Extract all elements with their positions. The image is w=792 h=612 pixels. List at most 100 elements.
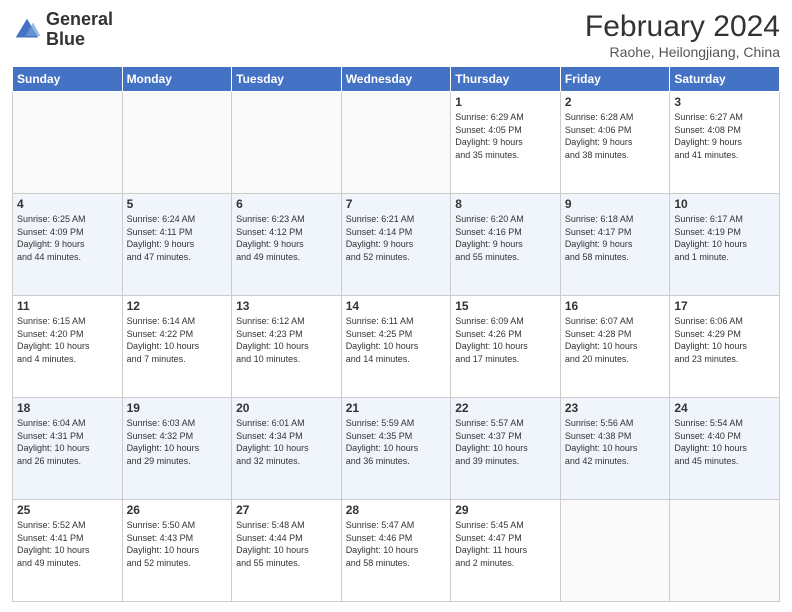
calendar-cell: 12Sunrise: 6:14 AM Sunset: 4:22 PM Dayli…	[122, 296, 232, 398]
day-number: 20	[236, 401, 337, 415]
day-info: Sunrise: 6:01 AM Sunset: 4:34 PM Dayligh…	[236, 417, 337, 467]
calendar-cell: 28 Sunrise: 5:47 AM Sunset: 4:46 PM Dayli…	[341, 500, 451, 602]
day-header-tuesday: Tuesday	[232, 67, 342, 92]
day-info: Sunrise: 6:28 AM Sunset: 4:06 PM Dayligh…	[565, 111, 666, 161]
day-info: Sunrise: 6:12 AM Sunset: 4:23 PM Dayligh…	[236, 315, 337, 365]
calendar-cell	[341, 92, 451, 194]
day-info: Sunrise: 6:14 AM Sunset: 4:22 PM Dayligh…	[127, 315, 228, 365]
day-info: Sunrise: 5:54 AM Sunset: 4:40 PM Dayligh…	[674, 417, 775, 467]
calendar-cell	[122, 92, 232, 194]
month-title: February 2024	[585, 10, 780, 44]
day-info: Sunrise: 6:23 AM Sunset: 4:12 PM Dayligh…	[236, 213, 337, 263]
day-info: Sunrise: 5:56 AM Sunset: 4:38 PM Dayligh…	[565, 417, 666, 467]
week-row-0: 1 Sunrise: 6:29 AM Sunset: 4:05 PM Daylig…	[13, 92, 780, 194]
day-number: 10	[674, 197, 775, 211]
day-number: 4	[17, 197, 118, 211]
day-number: 7	[346, 197, 447, 211]
day-number: 21	[346, 401, 447, 415]
day-number: 14	[346, 299, 447, 313]
day-info: Sunrise: 5:50 AM Sunset: 4:43 PM Dayligh…	[127, 519, 228, 569]
day-info: Sunrise: 5:52 AM Sunset: 4:41 PM Dayligh…	[17, 519, 118, 569]
day-number: 18	[17, 401, 118, 415]
logo-text: General Blue	[46, 10, 113, 50]
day-header-sunday: Sunday	[13, 67, 123, 92]
calendar-cell: 2 Sunrise: 6:28 AM Sunset: 4:06 PM Daylig…	[560, 92, 670, 194]
day-info: Sunrise: 5:57 AM Sunset: 4:37 PM Dayligh…	[455, 417, 556, 467]
calendar-cell: 15 Sunrise: 6:09 AM Sunset: 4:26 PM Dayli…	[451, 296, 561, 398]
day-number: 6	[236, 197, 337, 211]
logo-icon	[12, 15, 42, 45]
calendar-cell: 6 Sunrise: 6:23 AM Sunset: 4:12 PM Daylig…	[232, 194, 342, 296]
day-info: Sunrise: 6:17 AM Sunset: 4:19 PM Dayligh…	[674, 213, 775, 263]
day-info: Sunrise: 6:04 AM Sunset: 4:31 PM Dayligh…	[17, 417, 118, 467]
day-info: Sunrise: 5:59 AM Sunset: 4:35 PM Dayligh…	[346, 417, 447, 467]
calendar-header-row: SundayMondayTuesdayWednesdayThursdayFrid…	[13, 67, 780, 92]
logo-line2: Blue	[46, 30, 113, 50]
calendar-cell: 13 Sunrise: 6:12 AM Sunset: 4:23 PM Dayli…	[232, 296, 342, 398]
day-number: 9	[565, 197, 666, 211]
day-header-wednesday: Wednesday	[341, 67, 451, 92]
location: Raohe, Heilongjiang, China	[585, 44, 780, 60]
week-row-1: 4 Sunrise: 6:25 AM Sunset: 4:09 PM Daylig…	[13, 194, 780, 296]
day-info: Sunrise: 6:20 AM Sunset: 4:16 PM Dayligh…	[455, 213, 556, 263]
week-row-2: 11Sunrise: 6:15 AM Sunset: 4:20 PM Dayli…	[13, 296, 780, 398]
day-info: Sunrise: 6:06 AM Sunset: 4:29 PM Dayligh…	[674, 315, 775, 365]
calendar-cell	[560, 500, 670, 602]
calendar-cell: 9 Sunrise: 6:18 AM Sunset: 4:17 PM Daylig…	[560, 194, 670, 296]
day-info: Sunrise: 5:47 AM Sunset: 4:46 PM Dayligh…	[346, 519, 447, 569]
calendar-cell: 7 Sunrise: 6:21 AM Sunset: 4:14 PM Daylig…	[341, 194, 451, 296]
day-info: Sunrise: 6:21 AM Sunset: 4:14 PM Dayligh…	[346, 213, 447, 263]
day-number: 3	[674, 95, 775, 109]
calendar-cell: 21 Sunrise: 5:59 AM Sunset: 4:35 PM Dayli…	[341, 398, 451, 500]
day-info: Sunrise: 6:18 AM Sunset: 4:17 PM Dayligh…	[565, 213, 666, 263]
title-area: February 2024 Raohe, Heilongjiang, China	[585, 10, 780, 60]
day-number: 11	[17, 299, 118, 313]
day-header-friday: Friday	[560, 67, 670, 92]
calendar-cell: 22 Sunrise: 5:57 AM Sunset: 4:37 PM Dayli…	[451, 398, 561, 500]
calendar-cell: 26 Sunrise: 5:50 AM Sunset: 4:43 PM Dayli…	[122, 500, 232, 602]
day-number: 23	[565, 401, 666, 415]
day-info: Sunrise: 6:11 AM Sunset: 4:25 PM Dayligh…	[346, 315, 447, 365]
week-row-4: 25Sunrise: 5:52 AM Sunset: 4:41 PM Dayli…	[13, 500, 780, 602]
logo: General Blue	[12, 10, 113, 50]
calendar-cell: 16Sunrise: 6:07 AM Sunset: 4:28 PM Dayli…	[560, 296, 670, 398]
calendar-cell: 4 Sunrise: 6:25 AM Sunset: 4:09 PM Daylig…	[13, 194, 123, 296]
day-number: 27	[236, 503, 337, 517]
day-number: 2	[565, 95, 666, 109]
day-number: 17	[674, 299, 775, 313]
logo-line1: General	[46, 10, 113, 30]
calendar-cell: 10 Sunrise: 6:17 AM Sunset: 4:19 PM Dayli…	[670, 194, 780, 296]
calendar-cell	[13, 92, 123, 194]
day-info: Sunrise: 6:27 AM Sunset: 4:08 PM Dayligh…	[674, 111, 775, 161]
day-info: Sunrise: 6:24 AM Sunset: 4:11 PM Dayligh…	[127, 213, 228, 263]
day-number: 15	[455, 299, 556, 313]
day-number: 13	[236, 299, 337, 313]
day-number: 22	[455, 401, 556, 415]
calendar-cell: 18 Sunrise: 6:04 AM Sunset: 4:31 PM Dayli…	[13, 398, 123, 500]
page: General Blue February 2024 Raohe, Heilon…	[0, 0, 792, 612]
day-number: 1	[455, 95, 556, 109]
day-info: Sunrise: 6:09 AM Sunset: 4:26 PM Dayligh…	[455, 315, 556, 365]
calendar-cell	[670, 500, 780, 602]
day-number: 29	[455, 503, 556, 517]
calendar-cell: 11Sunrise: 6:15 AM Sunset: 4:20 PM Dayli…	[13, 296, 123, 398]
day-info: Sunrise: 6:29 AM Sunset: 4:05 PM Dayligh…	[455, 111, 556, 161]
calendar-cell: 5 Sunrise: 6:24 AM Sunset: 4:11 PM Daylig…	[122, 194, 232, 296]
calendar-cell: 25Sunrise: 5:52 AM Sunset: 4:41 PM Dayli…	[13, 500, 123, 602]
week-row-3: 18 Sunrise: 6:04 AM Sunset: 4:31 PM Dayli…	[13, 398, 780, 500]
day-number: 5	[127, 197, 228, 211]
day-info: Sunrise: 6:03 AM Sunset: 4:32 PM Dayligh…	[127, 417, 228, 467]
calendar-cell: 17 Sunrise: 6:06 AM Sunset: 4:29 PM Dayli…	[670, 296, 780, 398]
calendar-cell: 29 Sunrise: 5:45 AM Sunset: 4:47 PM Dayli…	[451, 500, 561, 602]
day-number: 28	[346, 503, 447, 517]
day-info: Sunrise: 5:45 AM Sunset: 4:47 PM Dayligh…	[455, 519, 556, 569]
calendar-cell: 20 Sunrise: 6:01 AM Sunset: 4:34 PM Dayli…	[232, 398, 342, 500]
calendar-cell: 19Sunrise: 6:03 AM Sunset: 4:32 PM Dayli…	[122, 398, 232, 500]
calendar-cell: 27Sunrise: 5:48 AM Sunset: 4:44 PM Dayli…	[232, 500, 342, 602]
day-info: Sunrise: 6:25 AM Sunset: 4:09 PM Dayligh…	[17, 213, 118, 263]
day-number: 26	[127, 503, 228, 517]
day-info: Sunrise: 6:07 AM Sunset: 4:28 PM Dayligh…	[565, 315, 666, 365]
calendar-table: SundayMondayTuesdayWednesdayThursdayFrid…	[12, 66, 780, 602]
day-header-saturday: Saturday	[670, 67, 780, 92]
calendar-cell: 8Sunrise: 6:20 AM Sunset: 4:16 PM Daylig…	[451, 194, 561, 296]
